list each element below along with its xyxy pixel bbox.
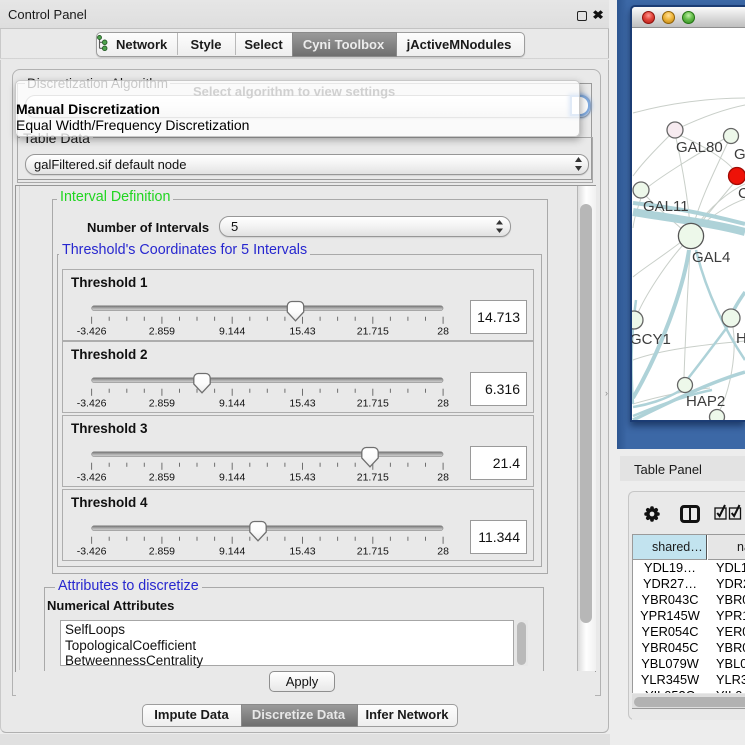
svg-text:15.43: 15.43	[289, 545, 315, 557]
svg-text:28: 28	[437, 471, 449, 483]
svg-text:15.43: 15.43	[289, 397, 315, 409]
svg-text:GAL80: GAL80	[676, 139, 723, 156]
svg-text:HAP2: HAP2	[686, 393, 725, 410]
svg-text:-3.426: -3.426	[77, 545, 107, 557]
svg-text:9.144: 9.144	[219, 325, 245, 337]
svg-text:28: 28	[437, 397, 449, 409]
svg-text:2.859: 2.859	[149, 397, 175, 409]
svg-text:GAL4: GAL4	[692, 249, 730, 266]
svg-text:2.859: 2.859	[149, 545, 175, 557]
svg-text:21.715: 21.715	[357, 397, 389, 409]
svg-text:28: 28	[437, 545, 449, 557]
svg-text:-3.426: -3.426	[77, 397, 107, 409]
svg-text:9.144: 9.144	[219, 545, 245, 557]
svg-text:28: 28	[437, 325, 449, 337]
svg-text:-3.426: -3.426	[77, 325, 107, 337]
svg-text:C: C	[738, 185, 745, 202]
svg-text:GAL11: GAL11	[643, 198, 689, 215]
svg-text:9.144: 9.144	[219, 397, 245, 409]
svg-text:9.144: 9.144	[219, 471, 245, 483]
svg-text:2.859: 2.859	[149, 325, 175, 337]
svg-text:15.43: 15.43	[289, 471, 315, 483]
svg-text:2.859: 2.859	[149, 471, 175, 483]
svg-text:-3.426: -3.426	[77, 471, 107, 483]
svg-text:GCY1: GCY1	[632, 331, 671, 348]
svg-text:21.715: 21.715	[357, 471, 389, 483]
svg-text:GA: GA	[734, 146, 745, 163]
svg-text:H: H	[736, 330, 745, 347]
svg-text:21.715: 21.715	[357, 325, 389, 337]
svg-text:15.43: 15.43	[289, 325, 315, 337]
svg-text:21.715: 21.715	[357, 545, 389, 557]
